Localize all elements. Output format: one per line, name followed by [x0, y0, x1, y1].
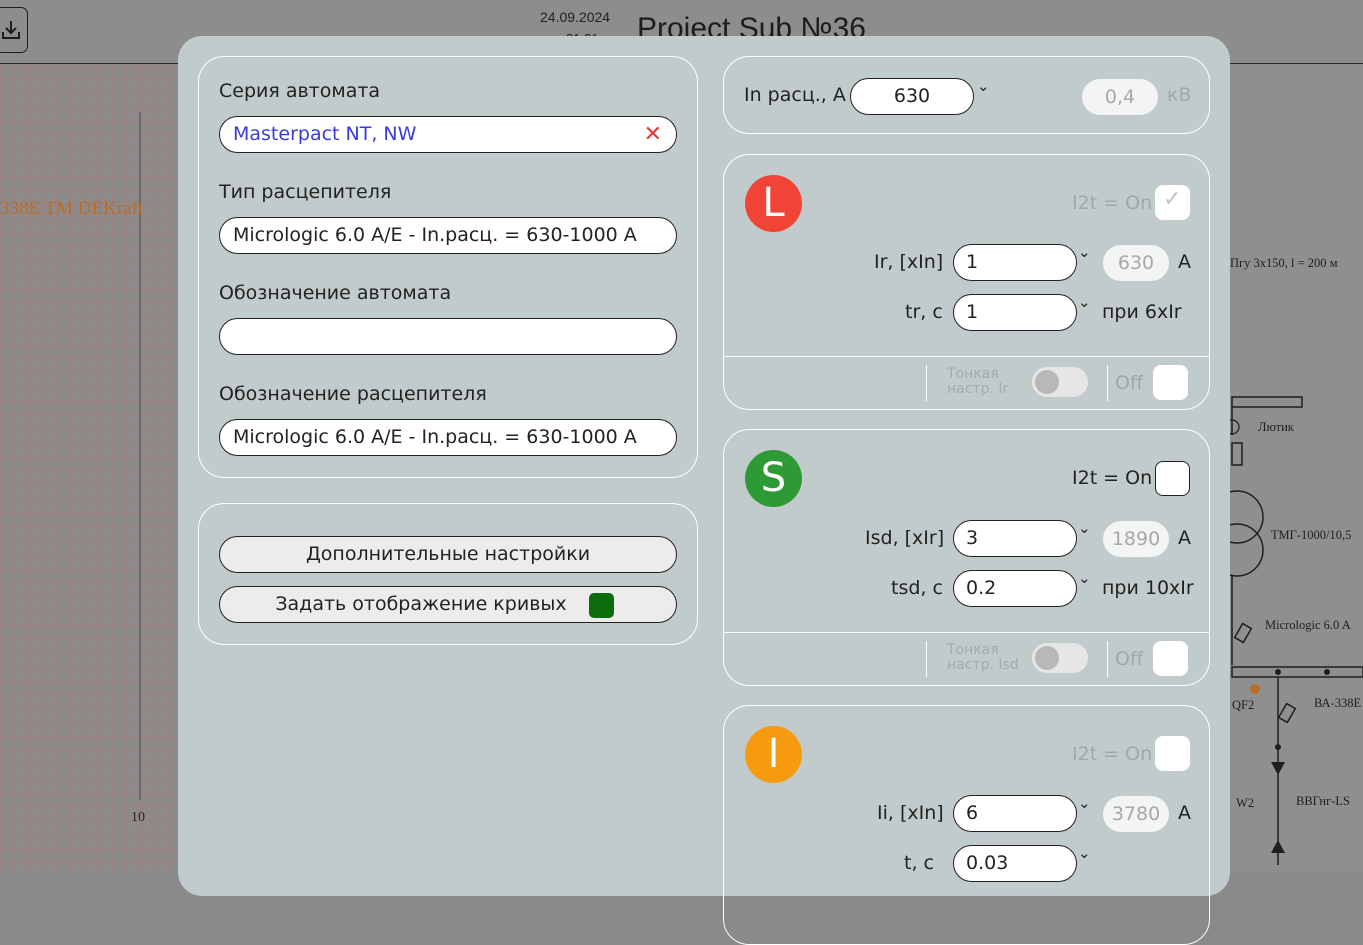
instantaneous-badge: I — [745, 726, 802, 783]
breaker-selection-card: Серия автомата Masterpact NT, NW ✕ Тип р… — [198, 56, 698, 478]
chevron-down-icon[interactable]: ⌄ — [1078, 243, 1091, 261]
extra-settings-button[interactable]: Дополнительные настройки — [219, 536, 677, 573]
i-i2t-label: I2t = On — [1072, 743, 1153, 765]
chevron-down-icon[interactable]: ⌄ — [1078, 293, 1091, 311]
l-fine-line1: Тонкая — [947, 366, 999, 382]
schema-node-label: Лютик — [1258, 420, 1294, 434]
series-label: Серия автомата — [219, 80, 381, 102]
chevron-down-icon[interactable]: ⌄ — [977, 77, 990, 95]
l-i2t-label: I2t = On — [1072, 192, 1153, 214]
isd-unit: A — [1178, 527, 1191, 549]
s-off-label: Off — [1115, 648, 1144, 670]
s-off-checkbox[interactable] — [1153, 641, 1188, 676]
curve-color-swatch[interactable] — [589, 593, 614, 618]
s-fine-label: Тонкая настр. Isd — [947, 643, 1019, 673]
schema-release-label: Micrologic 6.0 A — [1265, 618, 1351, 632]
breaker-designation-label: Обозначение автомата — [219, 282, 452, 304]
s-i2t-checkbox[interactable] — [1155, 461, 1190, 496]
ii-label: Ii, [xIn] — [877, 802, 944, 824]
breaker-designation-input[interactable] — [219, 318, 677, 355]
voltage-unit: кВ — [1167, 84, 1192, 106]
l-fine-toggle[interactable] — [1032, 367, 1088, 397]
s-fine-line1: Тонкая — [947, 642, 999, 658]
long-time-card: L I2t = On ✓ Ir, [xIn] 1 ⌄ 630 A tr, c 1… — [723, 154, 1210, 410]
ii-amps: 3780 — [1103, 796, 1169, 832]
schema-cable-label: Пгу 3х150, l = 200 м — [1230, 256, 1338, 270]
i-i2t-checkbox[interactable] — [1155, 736, 1190, 771]
schema-w-label: W2 — [1236, 796, 1255, 810]
l-off-label: Off — [1115, 372, 1144, 394]
divider — [724, 632, 1209, 633]
isd-amps: 1890 — [1103, 521, 1169, 557]
breaker-settings-modal: Серия автомата Masterpact NT, NW ✕ Тип р… — [178, 36, 1230, 945]
short-time-badge: S — [745, 450, 802, 507]
s-i2t-label: I2t = On — [1072, 467, 1153, 489]
rated-current-card: In расц., А 630 ⌄ 0,4 кВ — [723, 56, 1210, 134]
tsd-label: tsd, c — [891, 577, 943, 599]
l-off-checkbox[interactable] — [1153, 365, 1188, 400]
s-fine-line2: настр. Isd — [947, 657, 1019, 673]
tr-label: tr, c — [905, 301, 943, 323]
divider — [926, 641, 927, 677]
download-icon — [2, 21, 20, 39]
chevron-down-icon[interactable]: ⌄ — [1078, 844, 1091, 862]
schema-cable2-label: ВВГнг-LS — [1296, 794, 1350, 808]
chart-tick-label: 10 — [131, 810, 145, 825]
chevron-down-icon[interactable]: ⌄ — [1078, 794, 1091, 812]
release-designation-label: Обозначение расцепителя — [219, 383, 487, 405]
series-select[interactable]: Masterpact NT, NW ✕ — [219, 116, 677, 153]
release-type-select[interactable]: Micrologic 6.0 A/E - In.расц. = 630-1000… — [219, 217, 677, 254]
clear-icon[interactable]: ✕ — [644, 117, 662, 152]
single-line-diagram: Пгу 3х150, l = 200 м Лютик ТМГ-1000/10,5… — [1210, 65, 1363, 873]
ir-amps: 630 — [1103, 245, 1169, 281]
tsd-select[interactable]: 0.2 — [953, 570, 1077, 607]
t-label: t, c — [904, 852, 934, 874]
chart-curve-label: 338E TM DEKraft — [0, 198, 144, 219]
divider — [926, 365, 927, 401]
l-fine-label: Тонкая настр. Ir — [947, 367, 1008, 397]
tr-select[interactable]: 1 — [953, 294, 1077, 331]
ir-unit: A — [1178, 251, 1191, 273]
tr-note: при 6xIr — [1102, 301, 1182, 323]
download-button[interactable] — [0, 7, 28, 53]
ir-select[interactable]: 1 — [953, 244, 1077, 281]
tsd-note: при 10xIr — [1102, 577, 1194, 599]
project-date: 24.09.2024 — [540, 9, 611, 25]
in-rated-select[interactable]: 630 — [850, 78, 974, 115]
voltage-value: 0,4 — [1082, 79, 1158, 115]
divider — [724, 356, 1209, 357]
schema-transformer-label: ТМГ-1000/10,5 — [1271, 528, 1352, 542]
long-time-badge: L — [745, 175, 802, 232]
t-select[interactable]: 0.03 — [953, 845, 1077, 882]
short-time-card: S I2t = On Isd, [xIr] 3 ⌄ 1890 A tsd, c … — [723, 429, 1210, 686]
curves-display-label: Задать отображение кривых — [275, 593, 567, 615]
chevron-down-icon[interactable]: ⌄ — [1078, 519, 1091, 537]
check-icon: ✓ — [1163, 187, 1182, 212]
release-type-label: Тип расцепителя — [219, 181, 392, 203]
schema-qf-label: QF2 — [1232, 698, 1255, 712]
extra-actions-card: Дополнительные настройки Задать отображе… — [198, 503, 698, 645]
schema-breaker-label: ВА-338E — [1314, 696, 1362, 710]
release-designation-input[interactable]: Micrologic 6.0 A/E - In.расц. = 630-1000… — [219, 419, 677, 456]
ii-unit: A — [1178, 802, 1191, 824]
s-fine-toggle[interactable] — [1032, 643, 1088, 673]
ir-label: Ir, [xIn] — [874, 251, 944, 273]
divider — [1107, 641, 1108, 677]
l-i2t-checkbox[interactable]: ✓ — [1155, 185, 1190, 220]
isd-select[interactable]: 3 — [953, 520, 1077, 557]
ii-select[interactable]: 6 — [953, 795, 1077, 832]
tcc-chart-background — [0, 65, 180, 873]
instantaneous-card: I I2t = On Ii, [xIn] 6 ⌄ 3780 A t, c 0.0… — [723, 705, 1210, 945]
divider — [1107, 365, 1108, 401]
chevron-down-icon[interactable]: ⌄ — [1078, 569, 1091, 587]
toggle-knob — [1035, 370, 1059, 394]
curves-display-button[interactable]: Задать отображение кривых — [219, 586, 677, 623]
in-rated-label: In расц., А — [744, 84, 846, 106]
series-value: Masterpact NT, NW — [233, 123, 417, 145]
isd-label: Isd, [xIr] — [865, 527, 945, 549]
toggle-knob — [1035, 646, 1059, 670]
l-fine-line2: настр. Ir — [947, 381, 1009, 397]
